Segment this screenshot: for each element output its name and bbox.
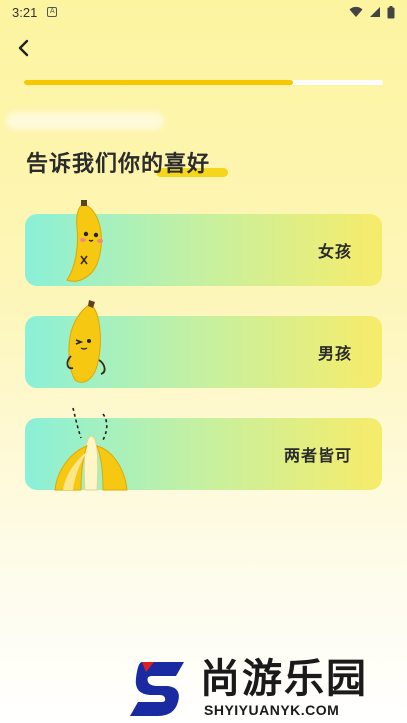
banana-boy-icon	[66, 300, 106, 383]
option-girl-button[interactable]: 女孩	[25, 200, 382, 286]
notification-icon: A	[47, 7, 58, 17]
peeled-banana-icon	[54, 407, 128, 491]
wifi-icon	[349, 6, 363, 18]
watermark-logo: 尚游乐园 SHYIYUANYK.COM	[128, 656, 407, 723]
banana-girl-icon	[66, 200, 103, 282]
progress-fill	[24, 80, 294, 85]
page-title-text: 告诉我们你的喜好	[26, 152, 211, 177]
signal-icon	[369, 6, 381, 18]
watermark-english: SHYIYUANYK.COM	[204, 702, 340, 718]
watermark-chinese: 尚游乐园	[200, 656, 368, 702]
chevron-left-icon	[18, 39, 29, 57]
status-icons	[349, 5, 395, 19]
option-boy-button[interactable]: 男孩	[25, 300, 382, 388]
battery-icon	[387, 5, 395, 19]
option-girl-label: 女孩	[317, 242, 352, 261]
option-either-button[interactable]: 两者皆可	[25, 407, 382, 491]
back-button[interactable]	[12, 36, 36, 60]
blurred-hint	[6, 112, 164, 130]
page-title: 告诉我们你的喜好	[26, 146, 210, 178]
progress-bar	[24, 80, 383, 85]
option-either-label: 两者皆可	[283, 446, 352, 465]
option-boy-label: 男孩	[317, 344, 352, 363]
status-bar: 3:21 A	[0, 0, 407, 24]
watermark-s-logo-icon	[130, 662, 184, 716]
status-time: 3:21	[12, 4, 38, 20]
